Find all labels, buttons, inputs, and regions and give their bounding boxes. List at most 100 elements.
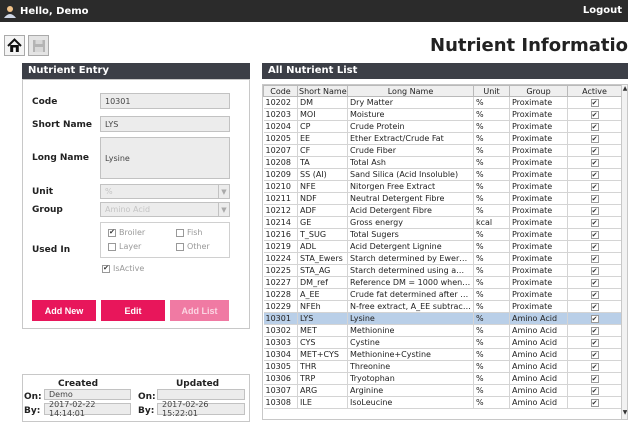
active-cell[interactable]: ✔ <box>567 96 622 109</box>
column-header[interactable]: Group <box>509 85 568 97</box>
table-row[interactable]: 10305 THR Threonine% Amino Acid ✔ <box>263 360 622 373</box>
active-cell[interactable]: ✔ <box>567 144 622 157</box>
home-button[interactable] <box>4 35 25 56</box>
active-cell[interactable]: ✔ <box>567 180 622 193</box>
active-cell[interactable]: ✔ <box>567 312 622 325</box>
logout-link[interactable]: Logout <box>583 5 622 16</box>
layer-checkbox[interactable]: Layer <box>108 242 141 251</box>
active-cell[interactable]: ✔ <box>567 132 622 145</box>
column-header[interactable]: Unit <box>473 85 510 97</box>
active-cell[interactable]: ✔ <box>567 168 622 181</box>
table-row[interactable]: 10208 TA Total Ash% Proximate ✔ <box>263 156 622 169</box>
other-checkbox[interactable]: Other <box>176 242 210 251</box>
table-row[interactable]: 10308 ILE IsoLeucine% Amino Acid ✔ <box>263 396 622 409</box>
table-row[interactable]: 10225STA_AGStarch determined using amylo… <box>263 264 622 277</box>
code-field[interactable]: 10301 <box>100 93 230 109</box>
table-cell: Proximate <box>509 204 568 217</box>
table-row[interactable]: 10302 MET Methionine% Amino Acid ✔ <box>263 324 622 337</box>
active-cell[interactable]: ✔ <box>567 156 622 169</box>
checkmark-icon: ✔ <box>590 374 599 384</box>
column-header[interactable]: Active <box>567 85 622 97</box>
table-row[interactable]: 10227DM_refReference DM = 1000 when the … <box>263 276 622 289</box>
add-list-button[interactable]: Add List <box>170 300 229 321</box>
fish-label: Fish <box>187 228 203 237</box>
layer-label: Layer <box>119 242 142 251</box>
table-row[interactable]: 10304 MET+CYS Methionine+Cystine% Amino Aci… <box>263 348 622 361</box>
table-row[interactable]: 10202 DM Dry Matter% Proximate ✔ <box>263 96 622 109</box>
table-cell: ILE <box>297 396 348 409</box>
edit-button[interactable]: Edit <box>101 300 165 321</box>
table-cell: Crude Protein <box>347 120 474 133</box>
broiler-checkbox[interactable]: ✔ Broiler <box>108 228 145 237</box>
active-cell[interactable]: ✔ <box>567 288 622 301</box>
active-cell[interactable]: ✔ <box>567 300 622 313</box>
table-cell: Amino Acid <box>509 384 568 397</box>
active-cell[interactable]: ✔ <box>567 396 622 409</box>
active-cell[interactable]: ✔ <box>567 204 622 217</box>
active-cell[interactable]: ✔ <box>567 252 622 265</box>
column-header[interactable]: Code <box>263 85 298 97</box>
created-on-label: On: <box>24 392 42 402</box>
active-cell[interactable]: ✔ <box>567 348 622 361</box>
isactive-checkbox[interactable]: ✔ IsActive <box>102 264 144 273</box>
active-cell[interactable]: ✔ <box>567 216 622 229</box>
fish-checkbox[interactable]: Fish <box>176 228 202 237</box>
active-cell[interactable]: ✔ <box>567 336 622 349</box>
table-cell: 10306 <box>263 372 298 385</box>
scroll-down-icon[interactable]: ▼ <box>622 409 627 419</box>
table-row[interactable]: 10306 TRP Tryotophan% Amino Acid ✔ <box>263 372 622 385</box>
active-cell[interactable]: ✔ <box>567 372 622 385</box>
table-cell: Proximate <box>509 252 568 265</box>
table-cell: Dry Matter <box>347 96 474 109</box>
checkmark-icon: ✔ <box>590 386 599 396</box>
table-cell: 10302 <box>263 324 298 337</box>
table-scrollbar[interactable]: ▲ ▼ <box>621 85 627 419</box>
table-row[interactable]: 10301 LYS Lysine% Amino Acid ✔ <box>263 312 622 325</box>
table-row[interactable]: 10228A_EECrude fat determined after acid… <box>263 288 622 301</box>
table-row[interactable]: 10210 NFE Nitorgen Free Extract% Proximate ✔ <box>263 180 622 193</box>
table-row[interactable]: 10307 ARG Arginine% Amino Acid ✔ <box>263 384 622 397</box>
active-cell[interactable]: ✔ <box>567 276 622 289</box>
table-row[interactable]: 10207 CF Crude Fiber% Proximate ✔ <box>263 144 622 157</box>
table-row[interactable]: 10214 GE Gross energy kcal Proximate ✔ <box>263 216 622 229</box>
table-row[interactable]: 10211 NDF Neutral Detergent Fibre% Proximat… <box>263 192 622 205</box>
active-cell[interactable]: ✔ <box>567 120 622 133</box>
table-cell: TRP <box>297 372 348 385</box>
long-name-field[interactable]: Lysine <box>100 137 230 179</box>
table-row[interactable]: 10219 ADL Acid Detergent Lignine% Proximate… <box>263 240 622 253</box>
table-cell: Proximate <box>509 192 568 205</box>
table-row[interactable]: 10212 ADF Acid Detergent Fibre% Proximate ✔ <box>263 204 622 217</box>
checkmark-icon: ✔ <box>590 362 599 372</box>
scroll-up-icon[interactable]: ▲ <box>622 85 627 95</box>
table-row[interactable]: 10229 NFEh N-free extract, A_EE subtracted… <box>263 300 622 313</box>
table-row[interactable]: 10216 T_SUG Total Sugers% Proximate ✔ <box>263 228 622 241</box>
active-cell[interactable]: ✔ <box>567 324 622 337</box>
short-name-field[interactable]: LYS <box>100 116 230 132</box>
active-cell[interactable]: ✔ <box>567 240 622 253</box>
table-row[interactable]: 10203 MOI Moisture% Proximate ✔ <box>263 108 622 121</box>
active-cell[interactable]: ✔ <box>567 108 622 121</box>
created-on-field: Demo <box>44 389 131 400</box>
table-row[interactable]: 10224 STA_Ewers Starch determined by Ewers… <box>263 252 622 265</box>
checkmark-icon: ✔ <box>590 242 599 252</box>
table-cell: STA_Ewers <box>297 252 348 265</box>
active-cell[interactable]: ✔ <box>567 384 622 397</box>
table-row[interactable]: 10204 CP Crude Protein% Proximate ✔ <box>263 120 622 133</box>
column-header[interactable]: Long Name <box>347 85 474 97</box>
active-cell[interactable]: ✔ <box>567 264 622 277</box>
active-cell[interactable]: ✔ <box>567 360 622 373</box>
save-button[interactable] <box>28 35 49 56</box>
add-new-button[interactable]: Add New <box>32 300 96 321</box>
column-header[interactable]: Short Name <box>297 85 348 97</box>
active-cell[interactable]: ✔ <box>567 228 622 241</box>
group-select[interactable]: Amino Acid ▼ <box>100 202 230 217</box>
table-cell: Ether Extract/Crude Fat <box>347 132 474 145</box>
active-cell[interactable]: ✔ <box>567 192 622 205</box>
table-row[interactable]: 10205 EE Ether Extract/Crude Fat% Proximate… <box>263 132 622 145</box>
nutrient-list-panel: Code Short Name Long Name Unit Group Act… <box>262 84 628 420</box>
table-cell: NFEh <box>297 300 348 313</box>
unit-select[interactable]: % ▼ <box>100 184 230 199</box>
table-row[interactable]: 10303 CYS Cystine% Amino Acid ✔ <box>263 336 622 349</box>
table-cell: Total Ash <box>347 156 474 169</box>
table-row[interactable]: 10209 SS (AI) Sand Silica (Acid Insoluble)… <box>263 168 622 181</box>
